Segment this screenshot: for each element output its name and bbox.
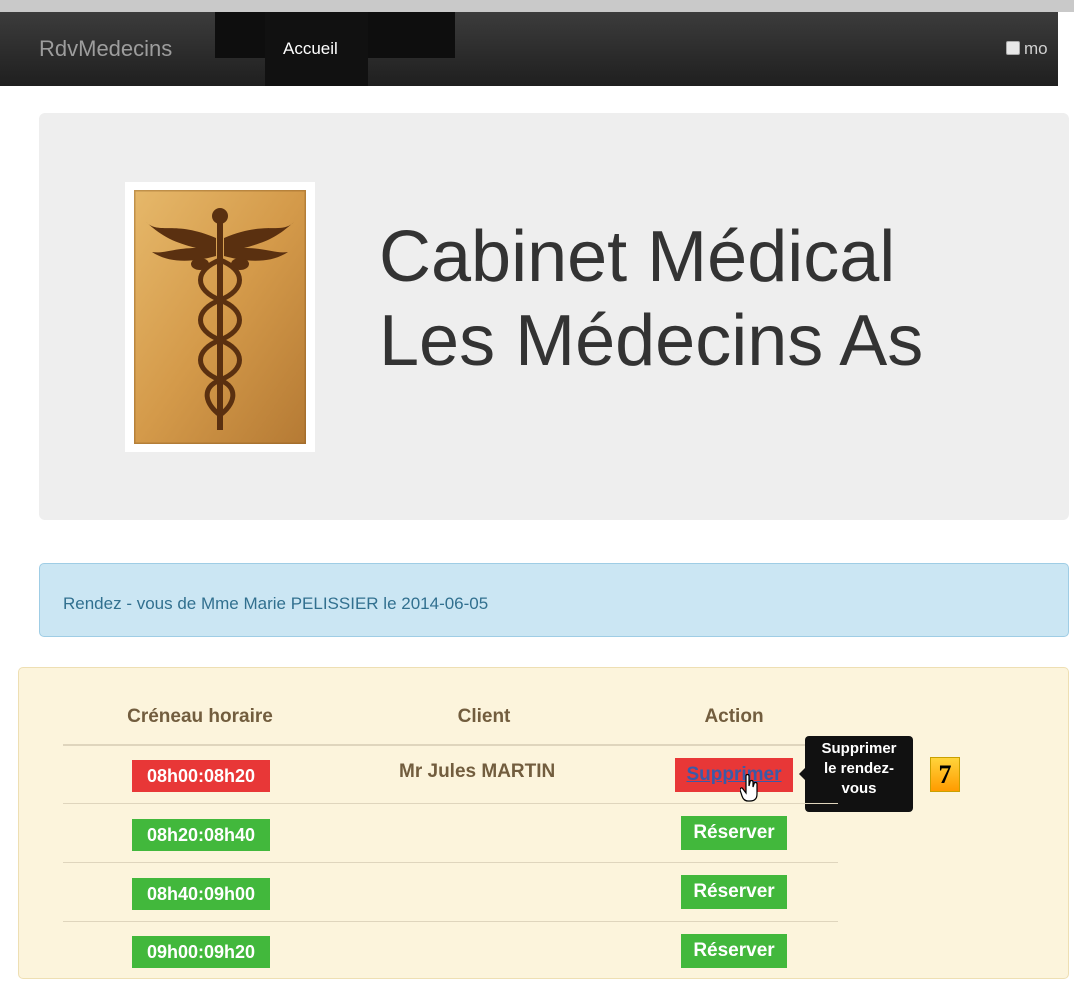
nav-checkbox-control[interactable]: mo: [1006, 39, 1048, 59]
reserve-button[interactable]: Réserver: [681, 934, 787, 968]
table-row-divider: [63, 921, 838, 922]
brand-link[interactable]: RdvMedecins: [39, 36, 172, 62]
slot-badge: 08h00:08h20: [132, 760, 270, 792]
info-alert: Rendez - vous de Mme Marie PELISSIER le …: [39, 563, 1069, 637]
nav-item-accueil[interactable]: Accueil: [265, 12, 368, 86]
table-header-divider: [63, 744, 838, 746]
nav-dark-block: [368, 12, 455, 58]
slot-badge: 08h20:08h40: [132, 819, 270, 851]
caduceus-icon: [134, 190, 306, 444]
appointments-panel: Créneau horaire Client Action 08h00:08h2…: [18, 667, 1069, 979]
slot-badge: 08h40:09h00: [132, 878, 270, 910]
delete-appointment-button[interactable]: Supprimer: [675, 758, 793, 792]
slot-badge: 09h00:09h20: [132, 936, 270, 968]
reserve-button[interactable]: Réserver: [681, 875, 787, 909]
page-title: Cabinet Médical Les Médecins As: [379, 215, 923, 383]
tooltip-line: Supprimer: [821, 740, 897, 757]
browser-top-strip: [0, 0, 1074, 12]
reserve-button[interactable]: Réserver: [681, 816, 787, 850]
title-line-2: Les Médecins As: [379, 301, 924, 381]
checkbox-label: mo: [1024, 39, 1048, 58]
delete-button-label: Supprimer: [686, 764, 782, 785]
header-slot: Créneau horaire: [127, 706, 273, 727]
table-row-divider: [63, 803, 838, 804]
delete-tooltip: Supprimer le rendez- vous: [799, 736, 913, 812]
step-number-badge: 7: [930, 757, 960, 792]
caduceus-logo: [125, 182, 315, 452]
nav-item-label: Accueil: [283, 39, 338, 58]
tooltip-line: le rendez-: [823, 760, 895, 777]
client-name: Mr Jules MARTIN: [399, 761, 556, 782]
table-row-divider: [63, 862, 838, 863]
navbar: RdvMedecins Accueil mo: [0, 12, 1058, 86]
alert-text: Rendez - vous de Mme Marie PELISSIER le …: [63, 594, 489, 613]
tooltip-line: vous: [841, 780, 877, 797]
nav-dark-block: [215, 12, 272, 58]
hand-cursor-icon: [740, 774, 758, 802]
checkbox-icon[interactable]: [1006, 41, 1020, 55]
jumbotron-header: Cabinet Médical Les Médecins As: [39, 113, 1069, 520]
title-line-1: Cabinet Médical: [379, 217, 896, 297]
header-action: Action: [704, 706, 764, 727]
header-client: Client: [457, 706, 511, 727]
